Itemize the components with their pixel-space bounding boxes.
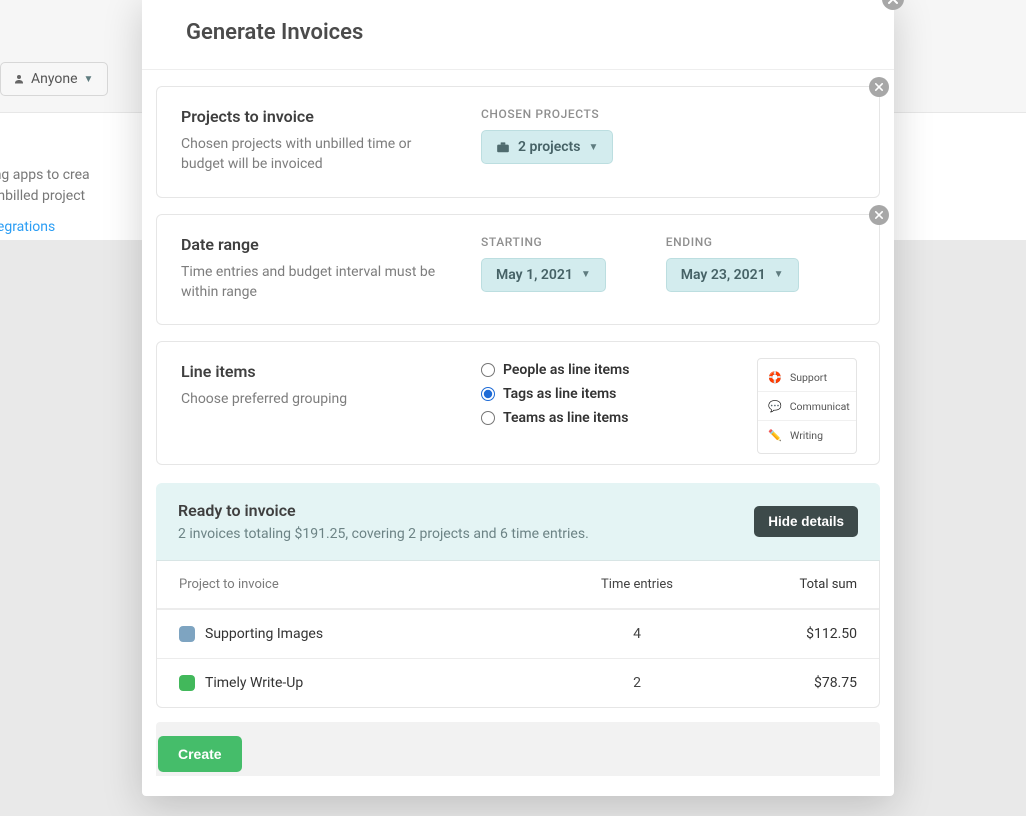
- tag-support-label: Support: [790, 371, 827, 384]
- table-row[interactable]: Supporting Images 4 $112.50: [157, 609, 879, 658]
- modal-title: Generate Invoices: [186, 20, 864, 45]
- section-projects-left: Projects to invoice Chosen projects with…: [181, 107, 451, 175]
- radio-teams-input[interactable]: [481, 411, 495, 425]
- ready-panel: Ready to invoice 2 invoices totaling $19…: [156, 483, 880, 560]
- modal-footer: Create: [156, 722, 880, 776]
- ready-text: Ready to invoice 2 invoices totaling $19…: [178, 501, 589, 542]
- tags-preview-panel: 🛟 Support 💬 Communicat ✏️ Writing: [757, 358, 857, 454]
- col-project-header: Project to invoice: [179, 577, 577, 592]
- radio-tags[interactable]: Tags as line items: [481, 386, 629, 402]
- radio-people[interactable]: People as line items: [481, 362, 629, 378]
- tag-item-support: 🛟 Support: [758, 363, 856, 391]
- clear-projects-icon[interactable]: [869, 77, 889, 97]
- col-entries-header: Time entries: [577, 577, 697, 592]
- anyone-label: Anyone: [31, 71, 78, 87]
- radio-teams[interactable]: Teams as line items: [481, 410, 629, 426]
- starting-label: STARTING: [481, 235, 606, 249]
- row-entries: 4: [577, 626, 697, 642]
- briefcase-icon: [496, 141, 510, 153]
- tag-item-communication: 💬 Communicat: [758, 391, 856, 420]
- chosen-projects-label: CHOSEN PROJECTS: [481, 107, 613, 121]
- ready-heading: Ready to invoice: [178, 501, 589, 520]
- daterange-columns: STARTING May 1, 2021 ▼ ENDING May 23, 20…: [481, 235, 799, 303]
- section-projects: Projects to invoice Chosen projects with…: [156, 86, 880, 198]
- caret-down-icon: ▼: [84, 74, 94, 85]
- tag-writing-label: Writing: [790, 429, 823, 442]
- modal-header: Generate Invoices: [142, 0, 894, 70]
- ending-date-value: May 23, 2021: [681, 267, 766, 283]
- section-lineitems: Line items Choose preferred grouping Peo…: [156, 341, 880, 465]
- radio-people-input[interactable]: [481, 363, 495, 377]
- invoice-table: Project to invoice Time entries Total su…: [156, 560, 880, 708]
- ready-summary: 2 invoices totaling $191.25, covering 2 …: [178, 526, 589, 542]
- generate-invoices-modal: Generate Invoices Projects to invoice Ch…: [142, 0, 894, 796]
- section-daterange: Date range Time entries and budget inter…: [156, 214, 880, 326]
- radio-tags-label: Tags as line items: [503, 386, 616, 402]
- section-lineitems-left: Line items Choose preferred grouping: [181, 362, 451, 434]
- row-total: $112.50: [697, 626, 857, 642]
- starting-col: STARTING May 1, 2021 ▼: [481, 235, 606, 303]
- chosen-projects-pill[interactable]: 2 projects ▼: [481, 130, 613, 164]
- col-total-header: Total sum: [697, 577, 857, 592]
- hide-details-button[interactable]: Hide details: [754, 506, 858, 537]
- starting-date-pill[interactable]: May 1, 2021 ▼: [481, 258, 606, 292]
- radio-teams-label: Teams as line items: [503, 410, 628, 426]
- ending-col: ENDING May 23, 2021 ▼: [666, 235, 799, 303]
- radio-people-label: People as line items: [503, 362, 629, 378]
- daterange-heading: Date range: [181, 235, 451, 254]
- project-name: Timely Write-Up: [205, 675, 303, 691]
- chat-icon: 💬: [768, 399, 782, 413]
- tag-item-writing: ✏️ Writing: [758, 420, 856, 449]
- caret-down-icon: ▼: [581, 269, 591, 280]
- ending-label: ENDING: [666, 235, 799, 249]
- starting-date-value: May 1, 2021: [496, 267, 573, 283]
- tag-communicat-label: Communicat: [790, 400, 850, 413]
- project-color-dot: [179, 626, 195, 642]
- bg-integrations-link[interactable]: oicing integrations: [0, 217, 55, 238]
- table-header: Project to invoice Time entries Total su…: [157, 561, 879, 609]
- clear-daterange-icon[interactable]: [869, 205, 889, 225]
- person-icon: [13, 73, 25, 85]
- lineitems-options: People as line items Tags as line items …: [481, 362, 629, 434]
- create-button[interactable]: Create: [158, 736, 242, 772]
- anyone-filter-button[interactable]: Anyone ▼: [0, 62, 108, 96]
- row-entries: 2: [577, 675, 697, 691]
- section-projects-right: CHOSEN PROJECTS 2 projects ▼: [481, 107, 613, 175]
- table-row[interactable]: Timely Write-Up 2 $78.75: [157, 658, 879, 707]
- bg-heading: oicing: [0, 130, 160, 159]
- lifebuoy-icon: 🛟: [768, 370, 782, 384]
- caret-down-icon: ▼: [588, 142, 598, 153]
- lineitems-heading: Line items: [181, 362, 451, 381]
- daterange-desc: Time entries and budget interval must be…: [181, 262, 451, 303]
- chosen-projects-text: 2 projects: [518, 139, 580, 155]
- pencil-icon: ✏️: [768, 428, 782, 442]
- ending-date-pill[interactable]: May 23, 2021 ▼: [666, 258, 799, 292]
- projects-desc: Chosen projects with unbilled time or bu…: [181, 134, 451, 175]
- projects-heading: Projects to invoice: [181, 107, 451, 126]
- bg-side-text: oicing accounting apps to crea s for all…: [0, 130, 160, 238]
- row-total: $78.75: [697, 675, 857, 691]
- section-daterange-left: Date range Time entries and budget inter…: [181, 235, 451, 303]
- lineitems-desc: Choose preferred grouping: [181, 389, 451, 409]
- radio-tags-input[interactable]: [481, 387, 495, 401]
- project-name: Supporting Images: [205, 626, 323, 642]
- bg-line1: accounting apps to crea: [0, 165, 160, 186]
- bg-line2: s for all unbilled project: [0, 186, 160, 207]
- caret-down-icon: ▼: [774, 269, 784, 280]
- project-color-dot: [179, 675, 195, 691]
